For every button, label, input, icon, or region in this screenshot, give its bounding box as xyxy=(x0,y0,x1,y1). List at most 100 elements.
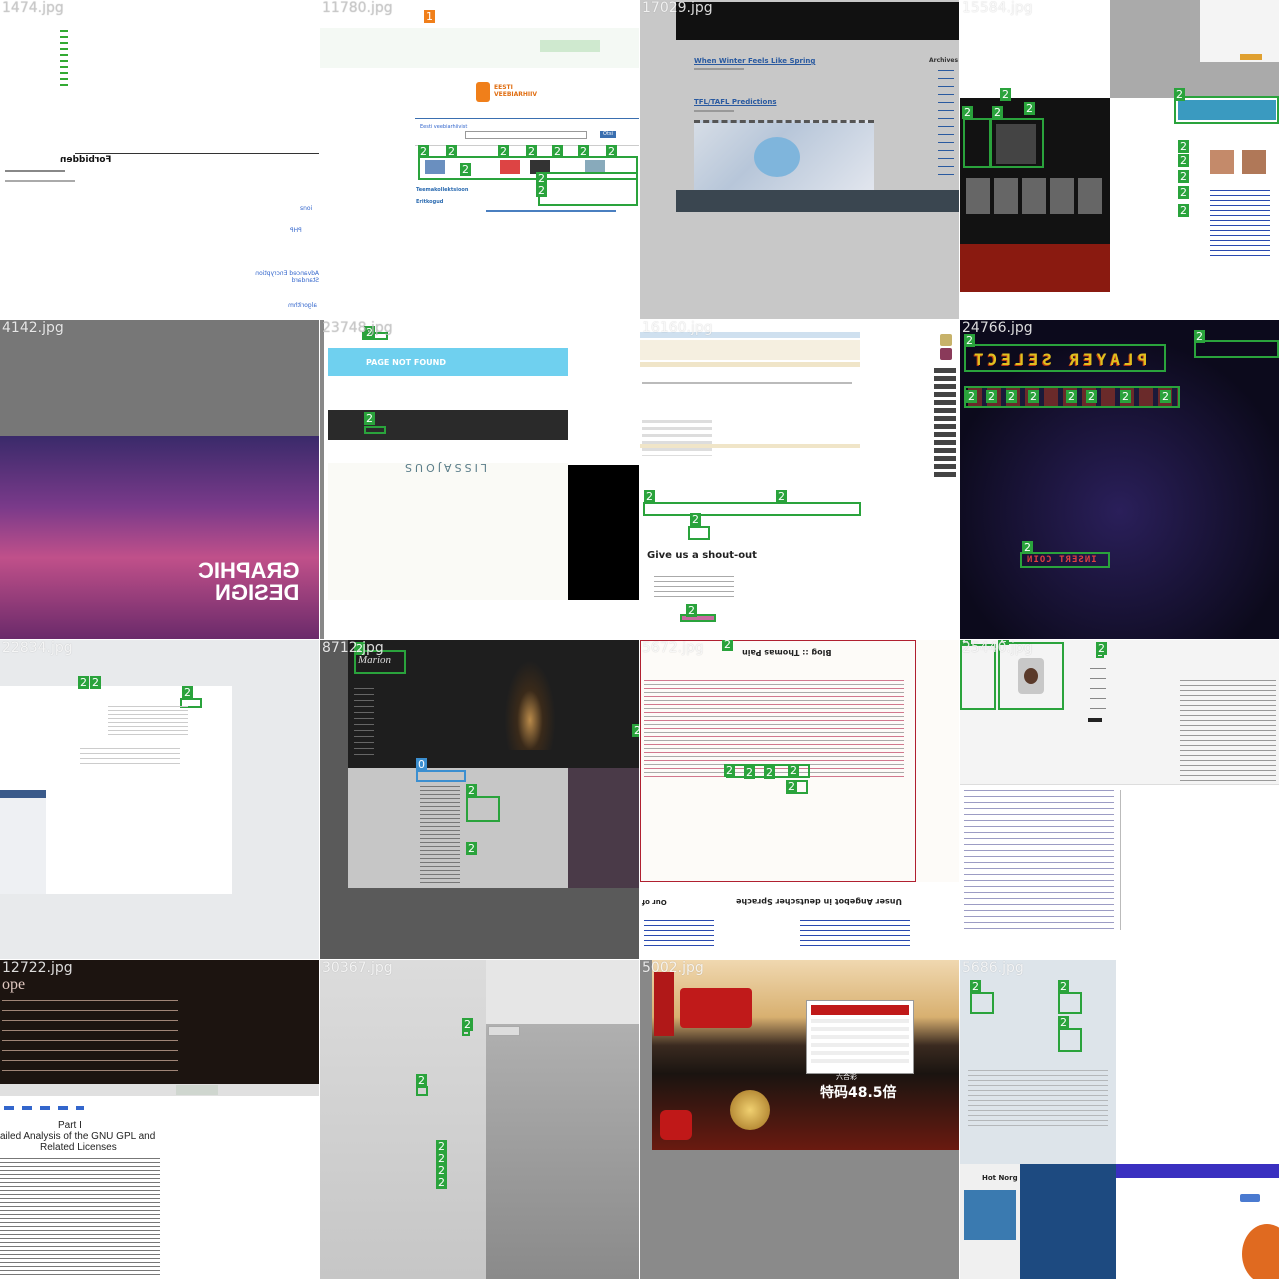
search-button[interactable]: Otsi xyxy=(600,131,616,138)
badge-two: 2 xyxy=(962,106,973,119)
footer-links[interactable] xyxy=(800,920,910,950)
php-link[interactable]: PHP xyxy=(290,227,302,234)
tile-filename: 5672.jpg xyxy=(642,640,704,656)
thumb[interactable] xyxy=(425,160,445,174)
tile-filename: 30367.jpg xyxy=(322,960,393,976)
hero-title: GRAPHIC DESIGN xyxy=(198,558,300,605)
aes-link[interactable]: Advanced Encryption Standard xyxy=(228,270,319,284)
small-input[interactable] xyxy=(488,1026,520,1036)
badge-two: 2 xyxy=(78,676,89,689)
logo-box xyxy=(1194,340,1279,358)
icon-box[interactable] xyxy=(1058,992,1082,1014)
red-envelope[interactable] xyxy=(660,1110,692,1140)
algorithm-link[interactable]: algorithm xyxy=(288,302,317,309)
badge-two: 2 xyxy=(764,766,775,779)
post-title-1[interactable]: When Winter Feels Like Spring xyxy=(694,57,815,65)
news-card[interactable]: Hot Norg xyxy=(960,1164,1020,1279)
body-text xyxy=(0,1158,160,1276)
search-input[interactable] xyxy=(465,131,587,139)
person-image xyxy=(1242,1224,1279,1279)
badge-two: 2 xyxy=(182,686,193,699)
badge-icon xyxy=(940,348,952,360)
top-links[interactable] xyxy=(1120,321,1279,329)
tile-15584: 15584.jpg 2 2 2 2 2 2 2 2 2 2 xyxy=(960,0,1279,319)
icon-box[interactable] xyxy=(970,992,994,1014)
post-title-2[interactable]: TFL/TAFL Predictions xyxy=(694,98,777,106)
tile-8712: 8712.jpg 2 Marion 0 2 2 2 xyxy=(320,640,639,959)
highlight-box[interactable] xyxy=(416,770,466,782)
tile-24766: 24766.jpg 2 PLAYER SELECT 2 2 2 2 2 2 2 … xyxy=(960,320,1279,639)
icon-box[interactable] xyxy=(1058,1028,1082,1052)
lower-text xyxy=(964,790,1114,930)
badge-two: 2 xyxy=(1028,390,1039,403)
badge-two: 2 xyxy=(552,145,563,158)
image-box[interactable] xyxy=(466,796,500,822)
tab-bar[interactable] xyxy=(0,1084,319,1096)
badge-two: 2 xyxy=(462,1018,473,1031)
dark-button[interactable] xyxy=(1088,718,1102,722)
insert-coin-text[interactable]: INSERT COIN xyxy=(1026,555,1097,565)
collection-link[interactable]: Teemakollektsioon xyxy=(416,187,468,193)
text-block xyxy=(968,1070,1108,1130)
tile-1474: 1474.jpg Forbidden snoi PHP Advanced Enc… xyxy=(0,0,319,319)
badge-two: 2 xyxy=(1066,390,1077,403)
post-meta xyxy=(694,68,744,70)
hero-image xyxy=(0,436,319,639)
link-list-box[interactable] xyxy=(538,172,638,206)
site-header xyxy=(676,2,959,40)
special-link[interactable]: Eritkogud xyxy=(416,199,443,205)
control-box[interactable] xyxy=(416,1086,428,1096)
archive-links[interactable] xyxy=(938,70,954,180)
logo-box[interactable] xyxy=(688,526,710,540)
right-panel xyxy=(486,960,639,1279)
faded-button[interactable] xyxy=(540,40,600,52)
accept-button[interactable] xyxy=(1240,54,1262,60)
part-heading: Part I xyxy=(58,1120,82,1131)
form-fields[interactable] xyxy=(642,420,712,456)
tile-16160: 16160.jpg 2 2 2 Give us a shout-out 2 xyxy=(640,320,959,639)
footer-links[interactable] xyxy=(486,210,616,212)
tile-filename: 1474.jpg xyxy=(2,0,64,16)
search-label: Eesti veebiarhiivist xyxy=(420,124,468,130)
shout-out-heading: Give us a shout-out xyxy=(647,550,757,561)
side-menu[interactable] xyxy=(934,368,956,478)
thumb[interactable] xyxy=(500,160,520,174)
badge-two: 2 xyxy=(644,490,655,503)
footer-box[interactable] xyxy=(364,426,386,434)
link-list[interactable] xyxy=(1210,190,1270,260)
german-offer-heading: Unser Angebot in deutscher Sprache xyxy=(736,897,902,906)
red-band xyxy=(960,244,1110,292)
badge-two: 2 xyxy=(1024,102,1035,115)
licenses-subtitle: Related Licenses xyxy=(40,1142,117,1153)
tile-filename: 11780.jpg xyxy=(322,0,393,16)
tile-5686: 5686.jpg 2 2 2 Hot Norg xyxy=(960,960,1279,1279)
nav-links[interactable] xyxy=(4,1106,84,1110)
badge-two: 2 xyxy=(578,145,589,158)
archives-title: Archives xyxy=(929,57,959,64)
nav-links[interactable] xyxy=(354,688,374,758)
share-box[interactable] xyxy=(643,502,861,516)
photo xyxy=(996,124,1036,164)
photo-box[interactable] xyxy=(963,118,991,168)
article-text xyxy=(420,786,460,886)
footer-links[interactable] xyxy=(644,920,714,950)
badge-two: 2 xyxy=(364,412,375,425)
tile-22834: 22834.jpg 2 2 2 xyxy=(0,640,319,959)
search-button[interactable] xyxy=(1240,1194,1260,1202)
active-tab[interactable] xyxy=(176,1085,218,1095)
mark-six-label: 六合彩 xyxy=(836,1073,857,1081)
archive-logo-icon xyxy=(476,82,490,102)
menu-list[interactable] xyxy=(1090,668,1106,718)
badge-two: 2 xyxy=(1058,980,1069,993)
tile-11780: 11780.jpg 1 EESTI VEEBIARHIIV Eesti veeb… xyxy=(320,0,639,319)
lissajous-page xyxy=(328,463,568,600)
badge-two: 2 xyxy=(776,490,787,503)
link-text[interactable]: snoi xyxy=(300,205,312,212)
green-list xyxy=(30,20,70,110)
badge-two: 2 xyxy=(1178,140,1189,153)
cookie-dialog xyxy=(1200,0,1279,62)
badge-two: 2 xyxy=(722,640,733,651)
popup-table[interactable] xyxy=(806,1000,914,1074)
tile-17029: 17029.jpg When Winter Feels Like Spring … xyxy=(640,0,959,319)
screenshot-grid: 1474.jpg Forbidden snoi PHP Advanced Enc… xyxy=(0,0,1280,1280)
